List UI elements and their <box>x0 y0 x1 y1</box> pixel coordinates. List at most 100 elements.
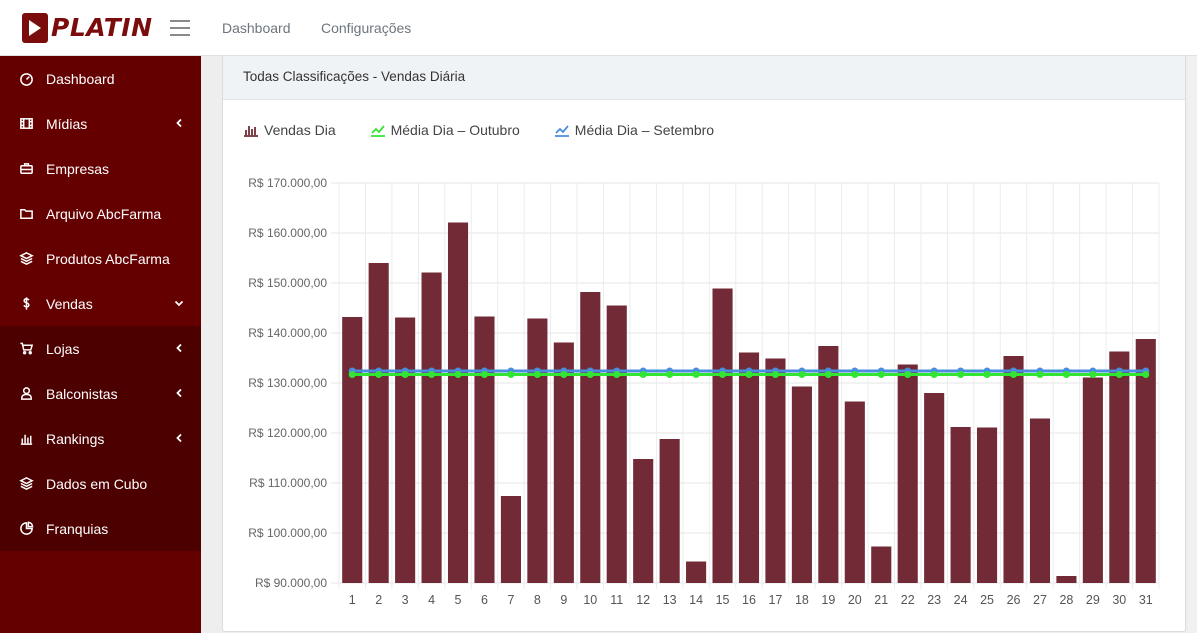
sidebar-item-franquias[interactable]: Franquias <box>0 506 201 551</box>
series-point-media-dia-outubro[interactable] <box>851 371 859 378</box>
series-point-media-dia-outubro[interactable] <box>533 371 541 378</box>
series-point-media-dia-outubro[interactable] <box>375 371 383 378</box>
bar-day-28[interactable] <box>1056 576 1077 583</box>
nav-link-dashboard[interactable]: Dashboard <box>222 20 291 36</box>
bar-day-6[interactable] <box>474 316 495 584</box>
series-point-media-dia-outubro[interactable] <box>692 371 700 378</box>
series-point-media-dia-outubro[interactable] <box>957 371 965 378</box>
series-point-media-dia-outubro[interactable] <box>983 371 991 378</box>
bar-day-1[interactable] <box>342 317 363 583</box>
legend-item-media-outubro[interactable]: Média Dia – Outubro <box>370 122 520 138</box>
x-tick-label: 13 <box>663 593 677 606</box>
y-tick-label: R$ 90.000,00 <box>255 576 327 590</box>
nav-link-configuracoes[interactable]: Configurações <box>321 20 411 36</box>
legend-label: Vendas Dia <box>264 122 336 138</box>
bar-day-3[interactable] <box>395 317 416 584</box>
series-point-media-dia-outubro[interactable] <box>824 371 832 378</box>
chart-area: R$ 90.000,00 R$ 100.000,00 R$ 110.000,00 R$… <box>223 166 1185 607</box>
sidebar-item-midias[interactable]: Mídias <box>0 101 201 146</box>
bar-day-25[interactable] <box>977 427 998 584</box>
series-point-media-dia-outubro[interactable] <box>480 371 488 378</box>
scrollbar[interactable] <box>1188 56 1197 633</box>
x-tick-label: 30 <box>1112 593 1126 606</box>
bar-day-7[interactable] <box>500 496 521 583</box>
series-point-media-dia-outubro[interactable] <box>666 371 674 378</box>
sidebar-item-empresas[interactable]: Empresas <box>0 146 201 191</box>
bar-day-5[interactable] <box>447 222 469 584</box>
sidebar-item-rankings[interactable]: Rankings <box>0 416 201 461</box>
sidebar-item-lojas[interactable]: Lojas <box>0 326 201 371</box>
sidebar-item-label: Mídias <box>46 115 88 132</box>
bar-day-12[interactable] <box>633 459 654 583</box>
bar-day-11[interactable] <box>606 305 627 584</box>
series-point-media-dia-outubro[interactable] <box>401 371 409 378</box>
sidebar-item-produtos-abcfarma[interactable]: Produtos AbcFarma <box>0 236 201 281</box>
y-tick-label: R$ 100.000,00 <box>248 526 327 540</box>
bar-day-23[interactable] <box>924 393 945 583</box>
bar-day-4[interactable] <box>421 272 442 584</box>
y-tick-label: R$ 160.000,00 <box>248 226 327 240</box>
legend-item-vendas-dia[interactable]: Vendas Dia <box>243 122 336 138</box>
series-point-media-dia-outubro[interactable] <box>1062 371 1070 378</box>
bar-day-20[interactable] <box>844 401 865 584</box>
series-point-media-dia-outubro[interactable] <box>719 371 727 378</box>
chevron-left-icon <box>173 386 185 398</box>
top-navbar: PLATIN Dashboard Configurações <box>0 0 1197 56</box>
legend-item-media-setembro[interactable]: Média Dia – Setembro <box>554 122 714 138</box>
bar-day-14[interactable] <box>686 561 707 584</box>
bar-day-17[interactable] <box>765 358 786 584</box>
menu-toggle-icon[interactable] <box>170 20 190 36</box>
bar-day-29[interactable] <box>1082 377 1103 584</box>
bar-day-18[interactable] <box>791 386 812 584</box>
series-point-media-dia-outubro[interactable] <box>348 371 356 378</box>
series-point-media-dia-outubro[interactable] <box>904 371 912 378</box>
sidebar-item-dados-em-cubo[interactable]: Dados em Cubo <box>0 461 201 506</box>
series-point-media-dia-outubro[interactable] <box>1036 371 1044 378</box>
brand-name: PLATIN <box>51 13 153 42</box>
chevron-left-icon <box>173 116 185 128</box>
bar-day-2[interactable] <box>368 263 389 583</box>
bar-day-13[interactable] <box>659 439 680 583</box>
bar-day-30[interactable] <box>1109 351 1130 584</box>
bar-day-10[interactable] <box>580 292 601 583</box>
x-tick-label: 28 <box>1059 593 1073 606</box>
bar-day-19[interactable] <box>818 346 839 583</box>
sidebar-item-dashboard[interactable]: Dashboard <box>0 56 201 101</box>
legend-label: Média Dia – Setembro <box>574 122 715 138</box>
series-point-media-dia-outubro[interactable] <box>1010 371 1018 378</box>
series-point-media-dia-outubro[interactable] <box>586 371 594 378</box>
sidebar-item-arquivo-abcfarma[interactable]: Arquivo AbcFarma <box>0 191 201 236</box>
series-point-media-dia-outubro[interactable] <box>771 371 779 378</box>
bar-day-8[interactable] <box>527 318 548 584</box>
series-point-media-dia-outubro[interactable] <box>1089 371 1097 378</box>
series-point-media-dia-outubro[interactable] <box>798 371 806 378</box>
series-point-media-dia-outubro[interactable] <box>639 371 647 378</box>
bar-day-27[interactable] <box>1029 418 1051 584</box>
y-tick-label: R$ 130.000,00 <box>248 376 327 390</box>
series-point-media-dia-outubro[interactable] <box>560 371 568 378</box>
series-point-media-dia-outubro[interactable] <box>613 371 621 378</box>
sidebar-item-vendas[interactable]: Vendas <box>0 281 201 326</box>
series-point-media-dia-outubro[interactable] <box>877 371 885 378</box>
bar-day-9[interactable] <box>553 342 574 584</box>
series-point-media-dia-outubro[interactable] <box>507 371 515 378</box>
bar-day-16[interactable] <box>738 352 760 584</box>
series-point-media-dia-outubro[interactable] <box>745 371 753 378</box>
sidebar-item-balconistas[interactable]: Balconistas <box>0 371 201 416</box>
series-point-media-dia-outubro[interactable] <box>1142 371 1150 378</box>
chart-card: Todas Classificações - Vendas Diária Ven… <box>222 56 1186 632</box>
cart-icon <box>18 341 34 357</box>
x-tick-label: 19 <box>821 593 835 606</box>
bar-chart-icon <box>18 431 34 447</box>
series-point-media-dia-outubro[interactable] <box>454 371 462 378</box>
bar-day-21[interactable] <box>871 546 892 584</box>
series-point-media-dia-outubro[interactable] <box>428 371 436 378</box>
bar-day-15[interactable] <box>712 288 733 584</box>
bar-day-26[interactable] <box>1003 356 1024 583</box>
x-tick-label: 1 <box>349 593 356 606</box>
series-point-media-dia-outubro[interactable] <box>1115 371 1123 378</box>
bar-day-24[interactable] <box>950 427 971 583</box>
bar-day-22[interactable] <box>897 364 918 584</box>
x-tick-label: 20 <box>848 593 862 606</box>
series-point-media-dia-outubro[interactable] <box>930 371 938 378</box>
